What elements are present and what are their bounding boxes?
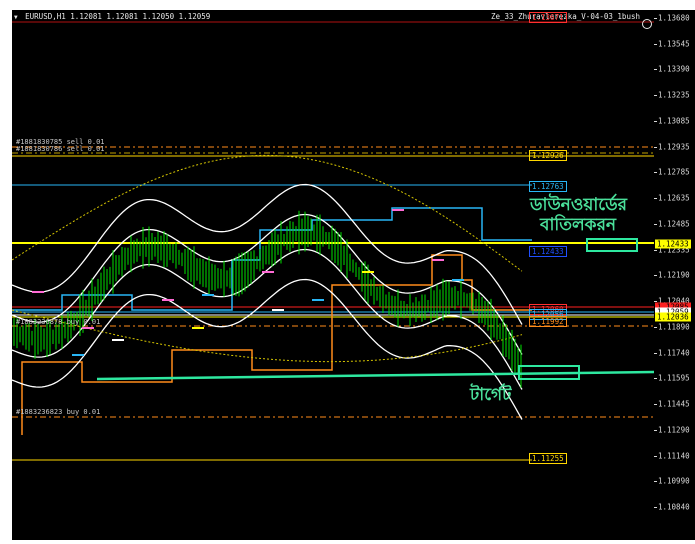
annotation-cancel-line2: বাতিলকরন (540, 215, 617, 235)
axis-tick-label: 1.13085 (658, 116, 690, 126)
expert-advisor-label[interactable]: Ze_33_Zhuravlerezka_V-04-03_1bush☺ (491, 12, 652, 29)
axis-tick-label: 1.11140 (658, 451, 690, 461)
chart-window[interactable]: ▼ EURUSD,H1 1.12081 1.12081 1.12050 1.12… (0, 0, 695, 544)
dropdown-arrow-icon[interactable]: ▼ (14, 14, 18, 21)
axis-tick-label: 1.11290 (658, 425, 690, 435)
axis-tick-mark (654, 146, 657, 148)
axis-tick-mark (654, 378, 657, 380)
order-label-buy-2[interactable]: #1883236823 buy 0.01 (16, 408, 100, 416)
axis-tick-label: 1.12635 (658, 193, 690, 203)
price-axis[interactable]: 1.13680 1.13545 1.13390 1.13235 1.13085 1.129… (654, 10, 695, 540)
level-price-label: 1.12433 (655, 239, 691, 249)
axis-tick-label: 1.11595 (658, 373, 690, 383)
symbol-label: EURUSD,H1 (25, 12, 66, 21)
axis-tick-mark (654, 18, 657, 19)
axis-tick-label: 1.12485 (658, 219, 690, 229)
axis-tick-mark (654, 507, 657, 508)
axis-tick-mark (654, 120, 657, 122)
chart-title-bar: ▼ EURUSD,H1 1.12081 1.12081 1.12050 1.12… (14, 12, 210, 21)
level-label-blue: 1.12433 (529, 246, 567, 257)
axis-tick-mark (654, 95, 657, 97)
axis-tick-mark (654, 404, 657, 406)
axis-tick-label: 1.12785 (658, 167, 690, 177)
level-label-orange-mid: 1.11992 (529, 316, 567, 327)
axis-tick-label: 1.10840 (658, 502, 690, 512)
axis-tick-label: 1.10990 (658, 476, 690, 486)
ohlc-values: 1.12081 1.12081 1.12050 1.12059 (70, 12, 211, 21)
axis-tick-label: 1.12190 (658, 270, 690, 280)
axis-tick-mark (654, 249, 657, 251)
level-label-cyan-upper: 1.12763 (529, 181, 567, 192)
axis-tick-label: 1.11445 (658, 399, 690, 409)
cancel-box (586, 238, 638, 252)
axis-tick-mark (654, 223, 657, 225)
axis-tick-mark (654, 455, 657, 457)
axis-tick-mark (654, 172, 657, 174)
axis-tick-mark (654, 481, 657, 483)
axis-tick-label: 1.11890 (658, 322, 690, 332)
level-label-gold-upper: 1.12926 (529, 150, 567, 161)
target-line (96, 370, 654, 381)
smiley-icon: ☺ (642, 19, 652, 29)
annotation-target: টার্গেট (470, 385, 512, 405)
axis-tick-label: 1.12935 (658, 142, 690, 152)
axis-tick-mark (654, 275, 657, 277)
chart-area[interactable]: ▼ EURUSD,H1 1.12081 1.12081 1.12050 1.12… (12, 10, 654, 540)
current-price-label: 1.12036 (655, 312, 691, 322)
axis-tick-label: 1.13545 (658, 39, 690, 49)
axis-tick-mark (654, 429, 657, 431)
level-label-gold-lower: 1.11255 (529, 453, 567, 464)
axis-tick-mark (654, 326, 657, 328)
axis-tick-label: 1.11740 (658, 348, 690, 358)
axis-tick-mark (654, 198, 657, 200)
order-label-buy-1[interactable]: #1883236878 buy 0.01 (16, 318, 100, 326)
axis-tick-label: 1.13235 (658, 90, 690, 100)
axis-tick-label: 1.13390 (658, 64, 690, 74)
axis-tick-mark (654, 43, 657, 45)
order-label-sell-2[interactable]: #1881830786 sell 0.01 (16, 145, 105, 153)
axis-tick-label: 1.13680 (658, 13, 690, 23)
level-label-top-red: 1.13671 (529, 12, 567, 23)
axis-tick-mark (654, 69, 657, 71)
axis-tick-mark (654, 352, 657, 354)
